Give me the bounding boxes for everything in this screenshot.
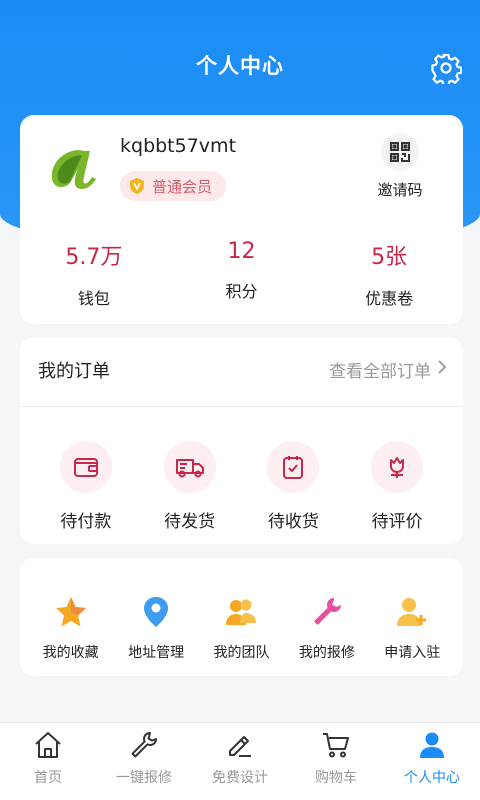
tab-label: 一键报修 [116,770,172,786]
tab-home[interactable]: 首页 [0,723,96,800]
wrench-icon [309,594,345,630]
tool-address[interactable]: 地址管理 [114,594,198,662]
tab-label: 购物车 [315,770,357,786]
username: kqbbt57vmt [120,135,237,157]
user-icon [416,729,448,761]
tab-label: 首页 [34,770,62,786]
tool-label: 我的报修 [298,645,355,661]
orders-header: 我的订单 查看全部订单 [20,337,463,407]
user-add-icon [394,594,430,630]
invite-code-label: 邀请码 [377,181,423,199]
wrench-icon [128,729,160,761]
page-title: 个人中心 [196,54,284,78]
orders-title: 我的订单 [38,361,110,382]
tool-apply-settle[interactable]: 申请入驻 [370,594,454,662]
tool-repairs[interactable]: 我的报修 [285,594,369,662]
stat-points[interactable]: 12 积分 [168,239,316,309]
bottom-tab-bar: 首页 一键报修 免费设计 购物车 个人中心 [0,722,480,800]
wallet-icon [59,441,112,493]
home-icon [32,729,64,761]
clipboard-check-icon [267,441,320,493]
tool-label: 我的团队 [213,645,270,661]
tab-repair[interactable]: 一键报修 [96,723,192,800]
tool-label: 地址管理 [128,645,185,661]
view-all-orders-label: 查看全部订单 [329,362,431,382]
invite-code-button[interactable]: 邀请码 [370,133,430,200]
order-pending-review[interactable]: 待评价 [357,441,437,532]
chevron-right-icon [437,359,447,380]
gear-icon[interactable] [430,52,463,87]
order-status-label: 待发货 [164,512,216,532]
order-pending-shipment[interactable]: 待发货 [150,441,230,532]
order-pending-receipt[interactable]: 待收货 [253,441,333,532]
stat-value: 12 [227,239,256,264]
stat-label: 积分 [225,282,258,301]
flower-icon [371,441,424,493]
order-status-label: 待收货 [267,512,319,532]
tab-free-design[interactable]: 免费设计 [192,723,288,800]
stat-value: 5张 [371,245,408,270]
stat-label: 钱包 [77,289,110,308]
order-pending-payment[interactable]: 待付款 [46,441,126,532]
vip-icon [128,177,146,195]
tool-label: 申请入驻 [384,645,441,661]
order-status-row: 待付款 待发货 待收货 待评价 [20,441,463,532]
tools-row: 我的收藏 地址管理 我的团队 我的报修 申请入驻 [20,594,463,662]
member-level: 普通会员 [152,177,213,196]
qr-code-icon [381,133,419,171]
view-all-orders-link[interactable]: 查看全部订单 [329,357,447,382]
tools-card: 我的收藏 地址管理 我的团队 我的报修 申请入驻 [20,558,463,676]
stat-label: 优惠卷 [365,289,414,308]
avatar[interactable] [44,139,104,199]
order-status-label: 待评价 [371,512,423,532]
team-icon [223,594,259,630]
orders-card: 我的订单 查看全部订单 待付款 待发货 待收货 待评价 [20,337,463,544]
stat-value: 5.7万 [65,245,123,270]
stat-wallet[interactable]: 5.7万 钱包 [20,239,168,309]
cart-icon [320,729,352,761]
member-badge: 普通会员 [120,171,227,201]
tab-label: 免费设计 [212,770,268,786]
tool-favorites[interactable]: 我的收藏 [29,594,113,662]
tool-team[interactable]: 我的团队 [199,594,283,662]
tab-label: 个人中心 [404,770,460,786]
stats-row: 5.7万 钱包 12 积分 5张 优惠卷 [20,239,463,309]
tab-profile[interactable]: 个人中心 [384,723,480,800]
stat-coupons[interactable]: 5张 优惠卷 [315,239,463,309]
profile-card: kqbbt57vmt 普通会员 邀请码 5.7万 钱包 12 积分 5张 优惠卷 [20,115,463,324]
tab-cart[interactable]: 购物车 [288,723,384,800]
location-pin-icon [138,594,174,630]
star-icon [53,594,89,630]
order-status-label: 待付款 [60,512,112,532]
tool-label: 我的收藏 [42,645,99,661]
pencil-icon [224,729,256,761]
truck-icon [163,441,216,493]
